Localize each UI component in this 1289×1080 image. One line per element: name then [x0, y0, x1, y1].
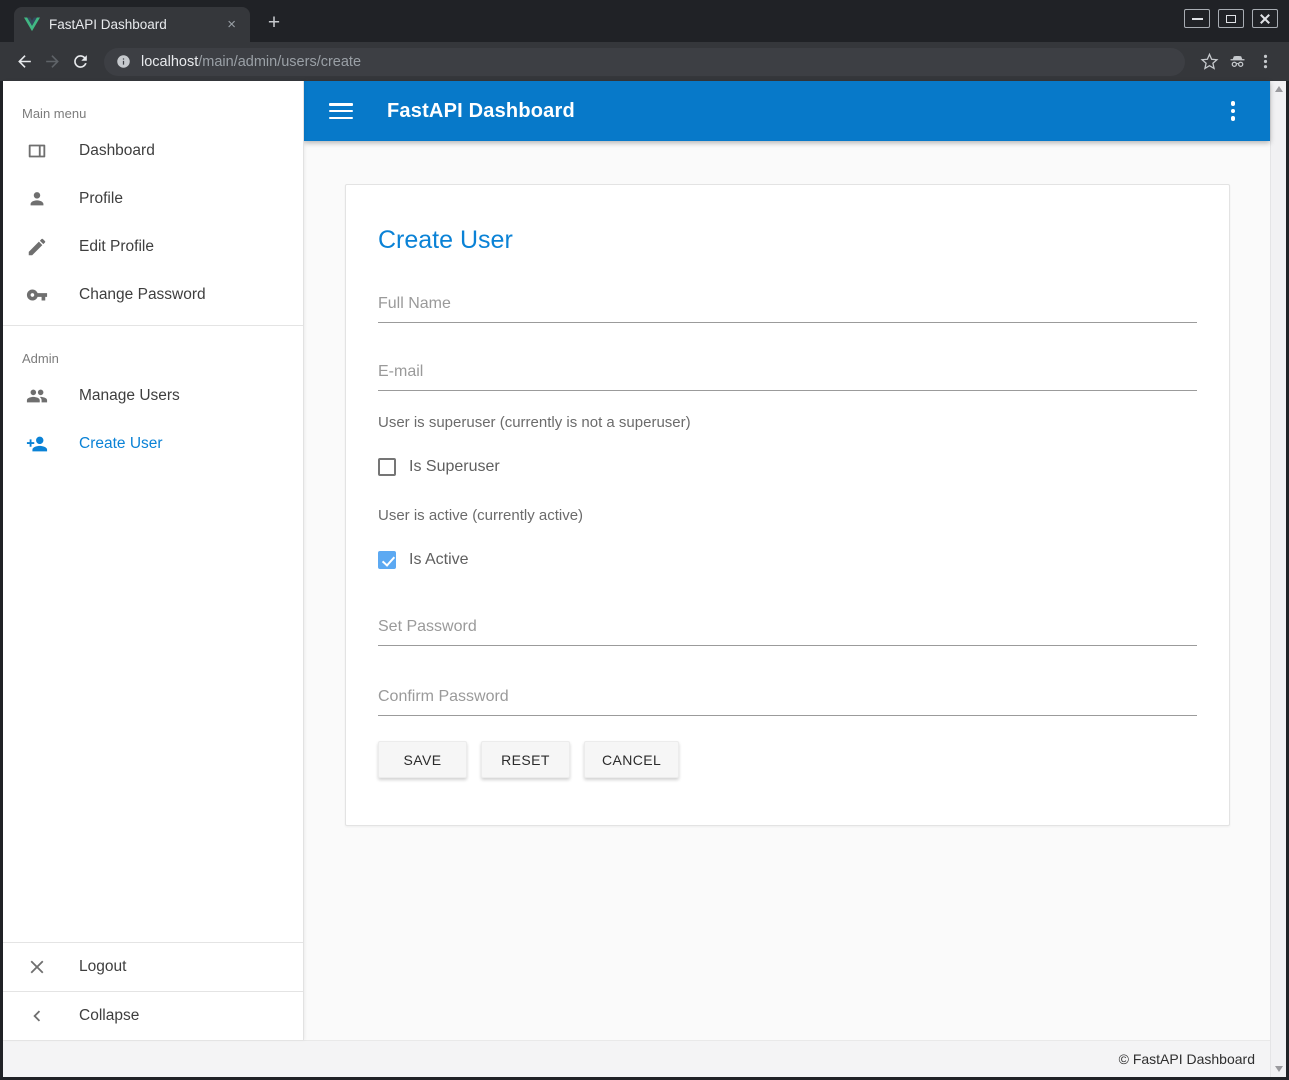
browser-toolbar: localhost/main/admin/users/create — [0, 42, 1289, 81]
active-hint: User is active (currently active) — [378, 507, 1197, 524]
tab-title: FastAPI Dashboard — [49, 17, 223, 32]
tab-close-icon[interactable]: × — [223, 16, 240, 33]
bookmark-button[interactable] — [1195, 48, 1223, 76]
browser-window: FastAPI Dashboard × + localhost/main/adm… — [0, 0, 1289, 1080]
page-title: Create User — [378, 226, 1197, 255]
vue-logo-icon — [24, 17, 40, 32]
back-arrow-icon — [15, 52, 34, 71]
close-icon — [1259, 13, 1271, 25]
email-field-wrap — [378, 358, 1197, 391]
page-content: Create User User is superuser (currently… — [304, 141, 1270, 1040]
form-actions: SAVE RESET CANCEL — [378, 741, 1197, 778]
star-icon — [1200, 52, 1219, 71]
url-host: localhost — [141, 54, 198, 70]
logout-x-icon — [26, 956, 48, 978]
sidebar-item-dashboard[interactable]: Dashboard — [3, 127, 303, 175]
scrollbar-up-arrow-icon[interactable] — [1275, 86, 1283, 92]
key-icon — [26, 284, 48, 306]
confirm-password-field-wrap — [378, 683, 1197, 716]
is-active-label: Is Active — [409, 551, 469, 569]
hamburger-menu-icon[interactable] — [329, 103, 353, 119]
page-scrollbar[interactable] — [1270, 81, 1286, 1077]
window-close-button[interactable] — [1252, 9, 1278, 28]
superuser-hint: User is superuser (currently is not a su… — [378, 414, 1197, 431]
set-password-input[interactable] — [378, 613, 1197, 646]
window-controls — [1184, 9, 1278, 28]
browser-tab[interactable]: FastAPI Dashboard × — [14, 7, 250, 42]
reload-icon — [71, 52, 90, 71]
window-maximize-button[interactable] — [1218, 9, 1244, 28]
sidebar-section-admin: Admin — [3, 326, 303, 372]
person-icon — [26, 188, 48, 210]
address-bar[interactable]: localhost/main/admin/users/create — [104, 48, 1185, 76]
sidebar-item-label: Collapse — [79, 1007, 139, 1025]
sidebar-item-label: Logout — [79, 958, 126, 976]
tab-strip: FastAPI Dashboard × + — [0, 0, 1289, 42]
is-active-row[interactable]: Is Active — [378, 551, 1197, 569]
sidebar-item-create-user[interactable]: Create User — [3, 420, 303, 468]
app-menu-button[interactable] — [1221, 100, 1245, 122]
set-password-field-wrap — [378, 613, 1197, 646]
sidebar-item-label: Change Password — [79, 286, 206, 304]
sidebar-item-collapse[interactable]: Collapse — [3, 992, 303, 1040]
is-active-checkbox[interactable] — [378, 551, 396, 569]
back-button[interactable] — [10, 48, 38, 76]
three-dots-icon — [1256, 52, 1275, 71]
sidebar-item-label: Profile — [79, 190, 123, 208]
email-input[interactable] — [378, 358, 1197, 391]
forward-button[interactable] — [38, 48, 66, 76]
sidebar-item-edit-profile[interactable]: Edit Profile — [3, 223, 303, 271]
confirm-password-input[interactable] — [378, 683, 1197, 716]
sidebar-item-manage-users[interactable]: Manage Users — [3, 372, 303, 420]
window-minimize-button[interactable] — [1184, 9, 1210, 28]
reset-button[interactable]: RESET — [481, 741, 570, 778]
full-name-field-wrap — [378, 290, 1197, 323]
sidebar-section-main-menu: Main menu — [3, 81, 303, 127]
new-tab-button[interactable]: + — [260, 10, 288, 38]
browser-menu-button[interactable] — [1251, 48, 1279, 76]
url-path: /main/admin/users/create — [198, 54, 361, 70]
sidebar-item-label: Create User — [79, 435, 163, 453]
chevron-left-icon — [26, 1005, 48, 1027]
sidebar-item-logout[interactable]: Logout — [3, 943, 303, 991]
cancel-button[interactable]: CANCEL — [584, 741, 679, 778]
app-main: Main menu Dashboard Profile Edit Profile — [3, 81, 1270, 1040]
is-superuser-label: Is Superuser — [409, 458, 500, 476]
create-user-card: Create User User is superuser (currently… — [345, 184, 1230, 826]
is-superuser-checkbox[interactable] — [378, 458, 396, 476]
minimize-icon — [1192, 18, 1203, 20]
sidebar-item-label: Manage Users — [79, 387, 180, 405]
app-header: FastAPI Dashboard — [304, 81, 1270, 141]
app-region: Main menu Dashboard Profile Edit Profile — [3, 81, 1270, 1077]
full-name-input[interactable] — [378, 290, 1197, 323]
sidebar-item-profile[interactable]: Profile — [3, 175, 303, 223]
person-add-icon — [26, 433, 48, 455]
app-footer: © FastAPI Dashboard — [3, 1040, 1270, 1077]
sidebar-spacer — [3, 468, 303, 942]
save-button[interactable]: SAVE — [378, 741, 467, 778]
incognito-icon — [1228, 52, 1247, 71]
sidebar-item-label: Edit Profile — [79, 238, 154, 256]
reload-button[interactable] — [66, 48, 94, 76]
info-icon — [116, 54, 131, 69]
main-column: FastAPI Dashboard Create User — [304, 81, 1270, 1040]
footer-copyright: © FastAPI Dashboard — [1119, 1051, 1255, 1067]
scrollbar-down-arrow-icon[interactable] — [1275, 1066, 1283, 1072]
forward-arrow-icon — [43, 52, 62, 71]
people-icon — [26, 385, 48, 407]
sidebar-item-change-password[interactable]: Change Password — [3, 271, 303, 319]
dashboard-icon — [26, 140, 48, 162]
incognito-indicator[interactable] — [1223, 48, 1251, 76]
maximize-icon — [1226, 15, 1236, 23]
pencil-icon — [26, 236, 48, 258]
is-superuser-row[interactable]: Is Superuser — [378, 458, 1197, 476]
app-title: FastAPI Dashboard — [387, 100, 575, 123]
sidebar: Main menu Dashboard Profile Edit Profile — [3, 81, 304, 1040]
sidebar-item-label: Dashboard — [79, 142, 155, 160]
page-body: Main menu Dashboard Profile Edit Profile — [3, 81, 1286, 1077]
